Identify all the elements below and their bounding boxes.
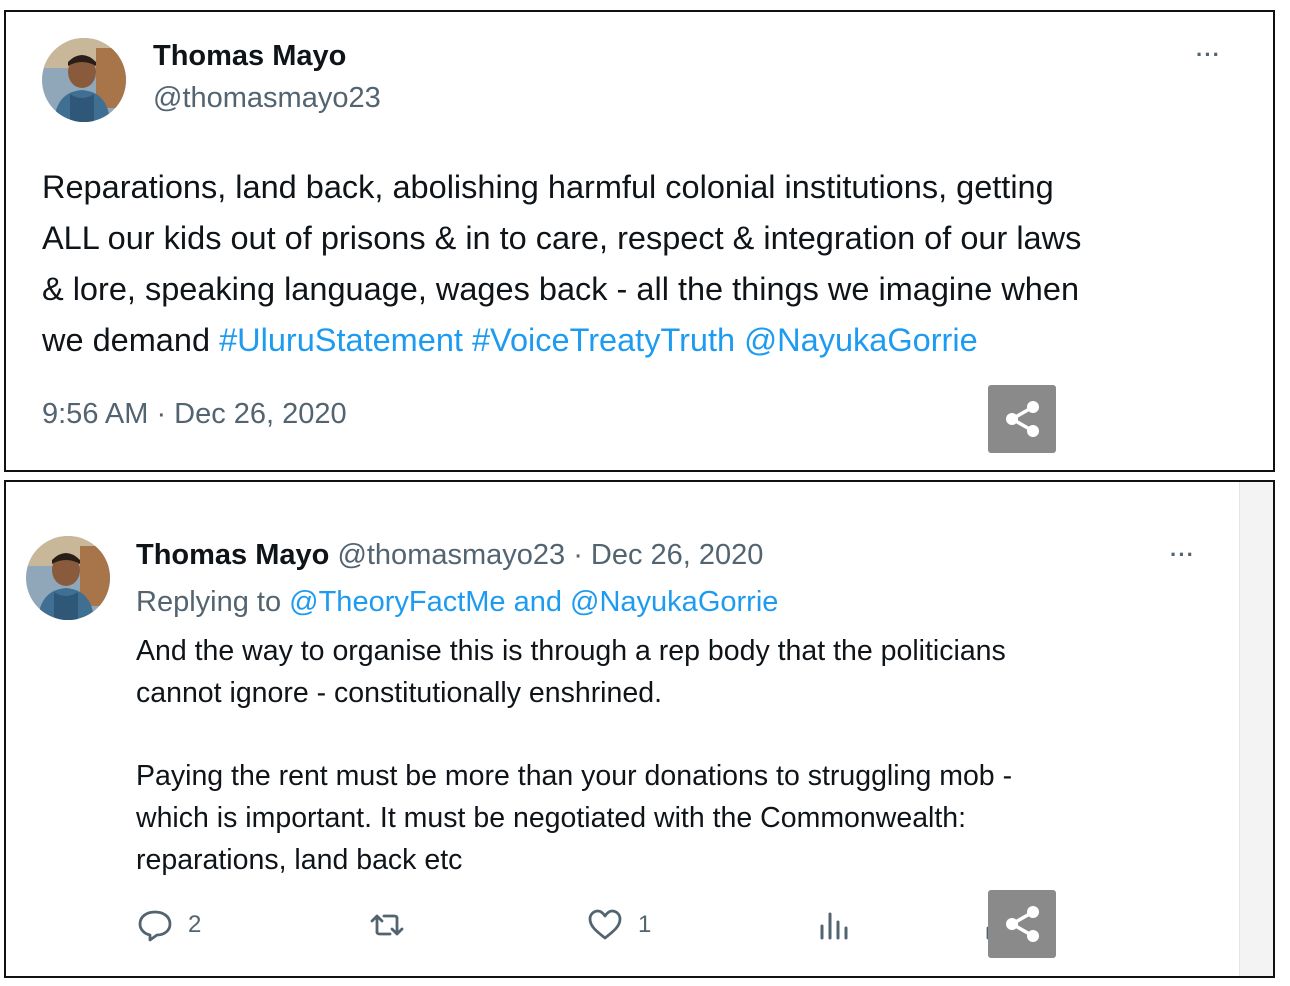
- tweet-line: ALL our kids out of prisons & in to care…: [42, 220, 1082, 256]
- avatar[interactable]: [26, 536, 110, 620]
- tweet-line: we demand #UluruStatement #VoiceTreatyTr…: [42, 315, 1242, 366]
- reply-card: Thomas Mayo @thomasmayo23 · Dec 26, 2020…: [4, 480, 1275, 978]
- reply-line: which is important. It must be negotiate…: [136, 802, 967, 834]
- tweet-card: Thomas Mayo @thomasmayo23 ··· Reparation…: [4, 10, 1275, 472]
- reply-line: Paying the rent must be more than your d…: [136, 760, 1013, 792]
- hashtag-link[interactable]: #VoiceTreatyTruth: [472, 322, 735, 358]
- tweet-line: Reparations, land back, abolishing harmf…: [42, 169, 1054, 205]
- author-handle[interactable]: @thomasmayo23: [153, 82, 381, 115]
- retweet-button[interactable]: [368, 906, 406, 944]
- reply-button[interactable]: 2: [136, 906, 201, 944]
- side-strip: [1239, 482, 1273, 976]
- tweet-line: & lore, speaking language, wages back - …: [42, 271, 1080, 307]
- replying-and: and: [505, 586, 571, 618]
- like-button[interactable]: 1: [586, 906, 651, 944]
- replying-to: Replying to @TheoryFactMe and @NayukaGor…: [136, 586, 778, 619]
- avatar[interactable]: [42, 38, 126, 122]
- mention-link[interactable]: @TheoryFactMe: [289, 586, 505, 618]
- share-icon[interactable]: [988, 385, 1056, 453]
- share-icon[interactable]: [988, 890, 1056, 958]
- more-icon[interactable]: ···: [1196, 42, 1221, 68]
- timestamp[interactable]: 9:56 AM · Dec 26, 2020: [42, 398, 347, 431]
- mention-link[interactable]: @NayukaGorrie: [744, 322, 977, 358]
- tweet-line-text: we demand: [42, 322, 220, 358]
- reply-count: 2: [188, 911, 202, 938]
- replying-prefix: Replying to: [136, 586, 290, 618]
- reply-header: Thomas Mayo @thomasmayo23 · Dec 26, 2020: [136, 539, 763, 572]
- mention-link[interactable]: @NayukaGorrie: [570, 586, 778, 618]
- author-name[interactable]: Thomas Mayo: [136, 539, 329, 571]
- author-name[interactable]: Thomas Mayo: [153, 40, 346, 73]
- reply-line: cannot ignore - constitutionally enshrin…: [136, 677, 662, 709]
- retweet-icon: [370, 914, 404, 936]
- views-icon: [820, 912, 848, 940]
- reply-line: And the way to organise this is through …: [136, 635, 1006, 667]
- reply-text: And the way to organise this is through …: [136, 630, 1216, 881]
- reply-line: reparations, land back etc: [136, 844, 463, 876]
- reply-icon: [138, 910, 172, 942]
- like-count: 1: [638, 911, 652, 938]
- hashtag-link[interactable]: #UluruStatement: [219, 322, 463, 358]
- like-icon: [588, 909, 622, 940]
- more-icon[interactable]: ···: [1170, 542, 1195, 568]
- author-handle-date[interactable]: @thomasmayo23 · Dec 26, 2020: [337, 539, 763, 571]
- tweet-text: Reparations, land back, abolishing harmf…: [42, 162, 1242, 366]
- views-button[interactable]: [816, 906, 854, 944]
